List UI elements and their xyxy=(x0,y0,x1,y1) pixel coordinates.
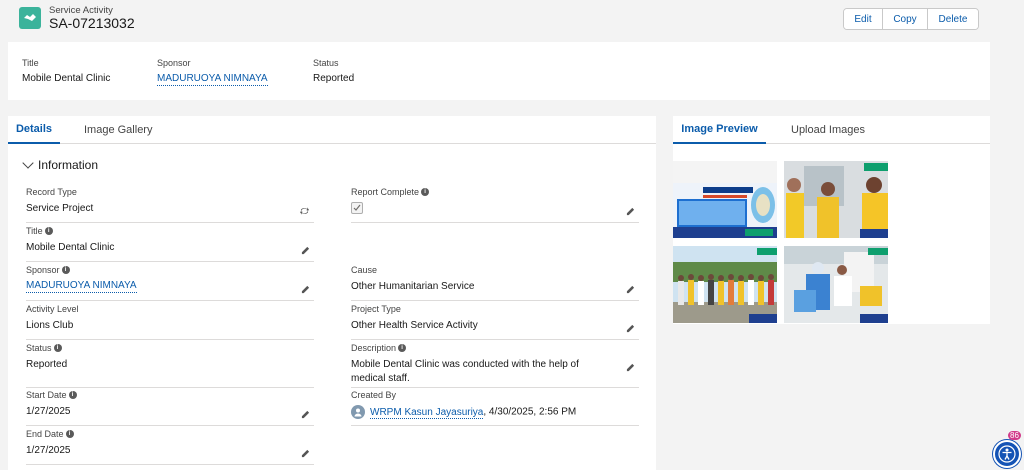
report-complete-checkbox[interactable] xyxy=(351,202,363,214)
field-end-date: End Date i 1/27/2025 xyxy=(26,429,314,465)
accessibility-badge: 86 xyxy=(1008,431,1021,440)
image-tabs: Image Preview Upload Images xyxy=(673,116,990,144)
description-value: Mobile Dental Clinic was conducted with … xyxy=(351,359,579,384)
image-thumbnail[interactable] xyxy=(673,246,777,323)
field-sponsor: Sponsor i MADURUOYA NIMNAYA xyxy=(26,265,314,301)
edit-pencil-icon[interactable] xyxy=(301,246,310,255)
section-title: Information xyxy=(38,158,99,172)
sponsor-label: Sponsor xyxy=(26,265,60,275)
info-icon[interactable]: i xyxy=(421,188,430,196)
edit-pencil-icon[interactable] xyxy=(301,449,310,458)
image-thumbnail[interactable] xyxy=(784,246,888,323)
highlight-status: Status Reported xyxy=(313,58,354,84)
record-actions: Edit Copy Delete xyxy=(843,8,979,30)
edit-pencil-icon[interactable] xyxy=(626,207,635,216)
field-cause: Cause Other Humanitarian Service xyxy=(351,265,639,301)
highlight-sponsor: Sponsor MADURUOYA NIMNAYA xyxy=(157,58,268,86)
image-thumbnail[interactable] xyxy=(784,161,888,238)
activity-level-value: Lions Club xyxy=(26,320,74,331)
image-preview-card: Image Preview Upload Images xyxy=(673,116,990,324)
activity-level-label: Activity Level xyxy=(26,304,79,314)
information-section-header[interactable]: Information xyxy=(22,157,99,172)
edit-pencil-icon[interactable] xyxy=(301,285,310,294)
details-tabs: Details Image Gallery xyxy=(8,116,656,144)
end-date-label: End Date xyxy=(26,429,64,439)
highlight-sponsor-label: Sponsor xyxy=(157,58,191,68)
tab-image-gallery[interactable]: Image Gallery xyxy=(84,116,152,144)
start-date-value: 1/27/2025 xyxy=(26,406,71,417)
copy-button[interactable]: Copy xyxy=(883,9,928,29)
user-avatar-icon xyxy=(351,405,365,419)
field-created-by: Created By WRPM Kasun Jayasuriya, 4/30/2… xyxy=(351,390,639,426)
cause-label: Cause xyxy=(351,265,378,275)
tab-upload-images[interactable]: Upload Images xyxy=(791,116,865,144)
highlight-status-label: Status xyxy=(313,58,339,68)
end-date-value: 1/27/2025 xyxy=(26,445,71,456)
highlight-title: Title Mobile Dental Clinic xyxy=(22,58,110,84)
report-complete-label: Report Complete xyxy=(351,187,420,197)
highlights-panel: Title Mobile Dental Clinic Sponsor MADUR… xyxy=(8,42,990,100)
page-header: Service Activity SA-07213032 Edit Copy D… xyxy=(8,0,990,38)
image-thumbnail[interactable] xyxy=(673,161,777,238)
tab-details[interactable]: Details xyxy=(8,116,60,144)
status-value: Reported xyxy=(26,359,68,370)
tab-image-preview[interactable]: Image Preview xyxy=(673,116,766,144)
status-label: Status xyxy=(26,343,52,353)
created-by-label: Created By xyxy=(351,390,397,400)
title-value: Mobile Dental Clinic xyxy=(26,242,115,253)
field-title: Title i Mobile Dental Clinic xyxy=(26,226,314,262)
field-project-type: Project Type Other Health Service Activi… xyxy=(351,304,639,340)
record-name: SA-07213032 xyxy=(49,15,135,31)
description-label: Description xyxy=(351,343,397,353)
info-icon[interactable]: i xyxy=(44,227,53,235)
project-type-value: Other Health Service Activity xyxy=(351,320,478,331)
field-record-type: Record Type Service Project xyxy=(26,187,314,223)
highlight-title-label: Title xyxy=(22,58,39,68)
delete-button[interactable]: Delete xyxy=(928,9,978,29)
handshake-icon xyxy=(19,7,41,29)
title-label: Title xyxy=(26,226,43,236)
checkmark-icon xyxy=(353,204,361,211)
field-report-complete: Report Complete i xyxy=(351,187,639,223)
edit-button[interactable]: Edit xyxy=(844,9,883,29)
edit-pencil-icon[interactable] xyxy=(626,363,635,372)
chevron-down-icon xyxy=(22,157,34,169)
details-card: Details Image Gallery Information Record… xyxy=(8,116,656,470)
highlight-title-value: Mobile Dental Clinic xyxy=(22,73,111,84)
accessibility-button[interactable] xyxy=(993,440,1021,468)
field-description: Description i Mobile Dental Clinic was co… xyxy=(351,343,639,388)
info-icon[interactable]: i xyxy=(398,344,407,352)
field-start-date: Start Date i 1/27/2025 xyxy=(26,390,314,426)
record-type-value: Service Project xyxy=(26,203,94,214)
info-icon[interactable]: i xyxy=(53,344,62,352)
accessibility-icon xyxy=(998,445,1016,463)
change-record-type-icon[interactable] xyxy=(299,206,310,216)
edit-pencil-icon[interactable] xyxy=(626,324,635,333)
record-type-label: Record Type xyxy=(26,187,77,197)
created-by-user-link[interactable]: WRPM Kasun Jayasuriya xyxy=(370,406,484,419)
edit-pencil-icon[interactable] xyxy=(301,410,310,419)
cause-value: Other Humanitarian Service xyxy=(351,281,475,292)
highlight-sponsor-link[interactable]: MADURUOYA NIMNAYA xyxy=(157,73,268,86)
created-by-date: , 4/30/2025, 2:56 PM xyxy=(483,406,577,418)
highlight-status-value: Reported xyxy=(313,73,355,84)
field-activity-level: Activity Level Lions Club xyxy=(26,304,314,340)
info-icon[interactable]: i xyxy=(65,430,74,438)
sponsor-link[interactable]: MADURUOYA NIMNAYA xyxy=(26,280,137,293)
start-date-label: Start Date xyxy=(26,390,67,400)
project-type-label: Project Type xyxy=(351,304,401,314)
field-status: Status i Reported xyxy=(26,343,314,388)
info-icon[interactable]: i xyxy=(68,391,77,399)
info-icon[interactable]: i xyxy=(61,266,70,274)
edit-pencil-icon[interactable] xyxy=(626,285,635,294)
